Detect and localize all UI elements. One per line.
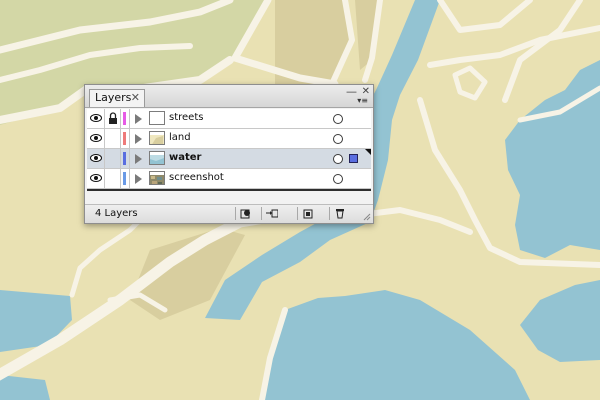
layer-thumbnail [149,111,165,125]
visibility-toggle[interactable] [87,109,105,128]
expand-triangle-icon[interactable] [135,154,142,164]
new-layer-button[interactable] [297,207,317,220]
target-circle-icon[interactable] [333,154,343,164]
target-circle-icon[interactable] [333,134,343,144]
eye-icon [90,134,102,142]
lock-toggle[interactable] [105,109,121,128]
layer-color-bar [123,132,126,145]
layer-row-land[interactable]: land [87,129,371,149]
delete-layer-button[interactable] [329,207,349,220]
lock-toggle[interactable] [105,149,121,168]
new-layer-icon [303,209,313,219]
tab-layers[interactable]: Layers ✕ [89,89,145,107]
layer-name: streets [169,112,204,123]
visibility-toggle[interactable] [87,149,105,168]
layer-name: screenshot [169,172,224,183]
expand-triangle-icon[interactable] [135,174,142,184]
new-sublayer-button[interactable] [261,207,281,220]
trash-icon [336,209,344,219]
divider [129,129,130,148]
new-sublayer-icon [266,209,278,218]
layer-color-bar [123,112,126,125]
target-circle-icon[interactable] [333,174,343,184]
layer-thumbnail [149,171,165,185]
layer-row-screenshot[interactable]: screenshot [87,169,371,189]
expand-triangle-icon[interactable] [135,134,142,144]
divider [129,169,130,188]
layer-thumbnail [149,131,165,145]
divider [129,109,130,128]
visibility-toggle[interactable] [87,169,105,188]
tab-close-icon[interactable]: ✕ [131,90,140,106]
target-circle-icon[interactable] [333,114,343,124]
resize-grip-icon[interactable] [363,213,371,221]
layer-color-bar [123,152,126,165]
eye-icon [90,114,102,122]
tab-layers-label: Layers [95,91,132,104]
expand-triangle-icon[interactable] [135,114,142,124]
panel-footer: 4 Layers [85,204,373,223]
lock-toggle[interactable] [105,169,121,188]
divider [129,149,130,168]
layer-list: streets land water screenshot [87,109,371,191]
layers-panel: Layers ✕ — ✕ ▾≡ streets land water scree… [84,84,374,224]
make-clipping-mask-icon [240,209,250,219]
eye-icon [90,174,102,182]
panel-titlebar[interactable]: Layers ✕ — ✕ ▾≡ [85,85,373,108]
make-clipping-mask-button[interactable] [235,207,255,220]
layer-count: 4 Layers [95,208,138,219]
lock-icon [109,112,117,124]
collapse-icon[interactable]: — [346,85,357,99]
selection-indicator-icon[interactable] [349,154,358,163]
panel-menu-icon[interactable]: ▾≡ [357,97,368,105]
layer-name: water [169,152,202,163]
current-layer-corner-icon [365,149,371,155]
layer-name: land [169,132,191,143]
eye-icon [90,154,102,162]
layer-row-water[interactable]: water [87,149,371,169]
layer-row-streets[interactable]: streets [87,109,371,129]
lock-toggle[interactable] [105,129,121,148]
visibility-toggle[interactable] [87,129,105,148]
layer-thumbnail [149,151,165,165]
layer-color-bar [123,172,126,185]
